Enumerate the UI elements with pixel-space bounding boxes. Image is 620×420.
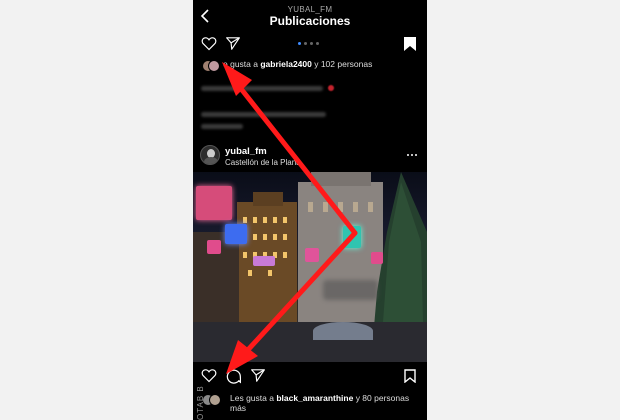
light-gift-decoration	[253, 256, 275, 266]
post1-likes-suffix: y 102 personas	[311, 59, 373, 69]
red-heart-emoji	[328, 85, 334, 91]
blurred-overlay	[323, 280, 378, 300]
post2-likes-prefix: Les gusta a	[230, 393, 277, 403]
building-roof	[311, 172, 371, 186]
more-options-icon[interactable]	[407, 154, 417, 156]
light-gift-decoration	[305, 248, 319, 262]
bookmark-icon[interactable]	[404, 37, 416, 51]
avatar[interactable]	[200, 145, 220, 165]
post2-username[interactable]: yubal_fm	[225, 146, 267, 157]
blurred-caption-line	[201, 124, 243, 129]
blurred-caption-line	[201, 86, 323, 91]
heart-icon[interactable]	[201, 368, 217, 383]
watermark-side-text: OTAB B	[196, 385, 205, 420]
light-gift-decoration	[225, 224, 247, 244]
post2-location[interactable]: Castellón de la Plana	[225, 158, 301, 167]
page-title: Publicaciones	[269, 14, 351, 28]
liker-avatar	[209, 394, 221, 406]
light-gift-decoration	[371, 252, 383, 264]
share-icon[interactable]	[226, 37, 240, 50]
bookmark-outline-icon[interactable]	[404, 369, 416, 383]
post-photo[interactable]	[193, 172, 427, 362]
fountain	[313, 322, 373, 340]
instagram-phone-screen: YUBAL_FM Publicaciones e gusta a gabriel…	[193, 0, 427, 420]
post1-likes-prefix: e gusta a	[223, 59, 261, 69]
building-roof	[253, 192, 283, 206]
liker-avatar	[208, 60, 220, 72]
post1-likes[interactable]: e gusta a gabriela2400 y 102 personas	[223, 59, 372, 69]
blurred-caption-line	[201, 112, 326, 117]
header-username: YUBAL_FM	[287, 5, 333, 14]
post2-likes-user[interactable]: black_amaranthine	[276, 393, 353, 403]
share-icon[interactable]	[251, 369, 265, 382]
plaza-ground	[193, 322, 427, 362]
post1-likes-user[interactable]: gabriela2400	[260, 59, 312, 69]
header: YUBAL_FM Publicaciones	[193, 0, 427, 32]
carousel-dots	[298, 42, 319, 46]
light-gift-decoration	[343, 226, 361, 248]
comment-icon[interactable]	[226, 369, 241, 384]
post2-likes[interactable]: Les gusta a black_amaranthine y 80 perso…	[230, 393, 420, 413]
light-gift-decoration	[207, 240, 221, 254]
heart-icon[interactable]	[201, 36, 217, 51]
light-gift-decoration	[196, 186, 232, 220]
